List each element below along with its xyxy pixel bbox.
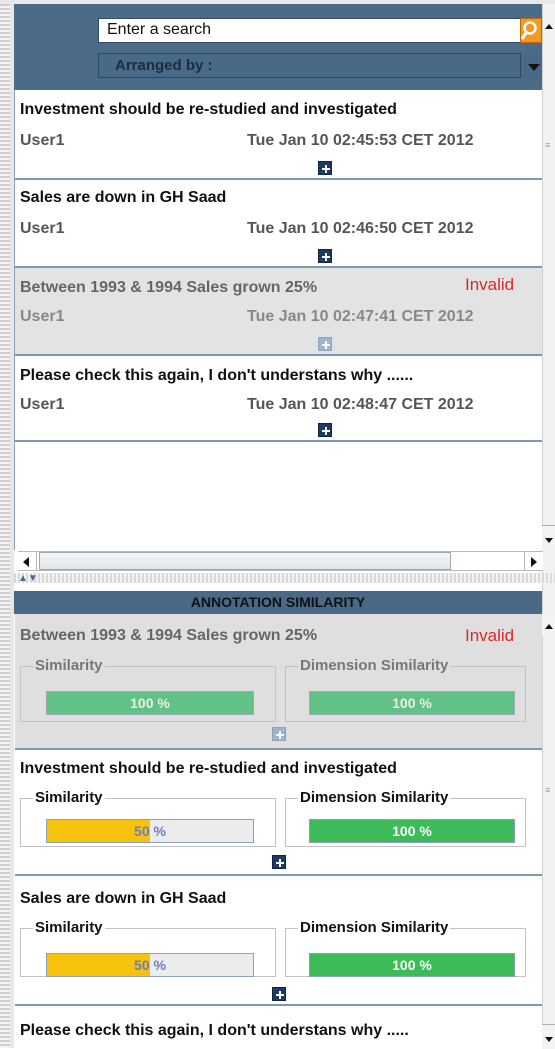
expand-icon[interactable] [272, 855, 286, 869]
dimension-similarity-progress: 100 % [309, 691, 515, 715]
dimension-similarity-value: 100 % [392, 695, 432, 711]
arrow-down-icon [545, 538, 553, 543]
expand-icon[interactable] [318, 161, 332, 175]
expand-icon[interactable] [272, 727, 286, 741]
annotation-title: Sales are down in GH Saad [20, 189, 227, 206]
invalid-status: Invalid [465, 626, 515, 645]
expand-icon[interactable] [318, 249, 332, 263]
annotation-user: User1 [20, 396, 65, 413]
expand-icon[interactable] [318, 337, 332, 351]
similarity-group: Similarity 100 % [20, 657, 276, 722]
similarity-item-title: Between 1993 & 1994 Sales grown 25% [20, 627, 318, 644]
scrollbar-grip-icon: ≡ [545, 140, 551, 150]
annotation-user: User1 [20, 308, 65, 325]
dimension-similarity-progress: 100 % [309, 953, 515, 977]
similarity-progress: 50 % [46, 819, 254, 843]
horizontal-scroll-thumb[interactable] [39, 552, 451, 570]
arrow-up-icon [545, 624, 553, 629]
annotation-item[interactable]: Please check this again, I don't underst… [15, 356, 542, 442]
left-border [0, 4, 10, 1048]
arrow-left-icon [23, 557, 29, 567]
dimension-similarity-progress: 100 % [309, 819, 515, 843]
similarity-item-title: Investment should be re-studied and inve… [20, 760, 397, 777]
dimension-similarity-value: 100 % [392, 823, 432, 839]
similarity-value: 100 % [130, 695, 170, 711]
similarity-group: Similarity 50 % [20, 919, 276, 977]
arranged-by-label: Arranged by : [115, 57, 213, 74]
similarity-item-invalid[interactable]: Between 1993 & 1994 Sales grown 25% Inva… [15, 614, 542, 750]
annotation-item-invalid[interactable]: Between 1993 & 1994 Sales grown 25% Inva… [15, 268, 542, 356]
similarity-item-title: Please check this again, I don't underst… [20, 1022, 409, 1039]
invalid-status: Invalid [465, 275, 515, 294]
similarity-label: Similarity [33, 657, 105, 674]
scrollbar-grip-icon: ≡ [545, 785, 551, 795]
similarity-panel-title: ANNOTATION SIMILARITY [190, 594, 366, 610]
similarity-progress: 100 % [46, 691, 254, 715]
annotation-user: User1 [20, 220, 65, 237]
annotation-title: Between 1993 & 1994 Sales grown 25% [20, 279, 318, 296]
dimension-similarity-group: Dimension Similarity 100 % [285, 789, 526, 847]
dimension-similarity-label: Dimension Similarity [298, 789, 451, 806]
annotation-user: User1 [20, 132, 65, 149]
search-placeholder: Enter a search [107, 21, 212, 38]
similarity-value: 50 % [134, 823, 166, 839]
dimension-similarity-group: Dimension Similarity 100 % [285, 657, 526, 722]
annotation-date: Tue Jan 10 02:48:47 CET 2012 [247, 396, 474, 413]
chevron-down-icon [528, 64, 540, 71]
dimension-similarity-value: 100 % [392, 957, 432, 973]
annotation-date: Tue Jan 10 02:47:41 CET 2012 [247, 308, 474, 325]
annotation-date: Tue Jan 10 02:45:53 CET 2012 [247, 132, 474, 149]
dimension-similarity-label: Dimension Similarity [298, 657, 451, 674]
annotation-item[interactable]: Sales are down in GH Saad User1 Tue Jan … [15, 180, 542, 268]
splitter-arrows-icon[interactable]: ▲▼ [18, 573, 38, 584]
similarity-item[interactable]: Please check this again, I don't underst… [15, 1006, 542, 1048]
similarity-group: Similarity 50 % [20, 789, 276, 847]
similarity-label: Similarity [33, 789, 105, 806]
arrow-right-icon [531, 557, 537, 567]
expand-icon[interactable] [272, 987, 286, 1001]
dimension-similarity-label: Dimension Similarity [298, 919, 451, 936]
dimension-similarity-group: Dimension Similarity 100 % [285, 919, 526, 977]
similarity-item-title: Sales are down in GH Saad [20, 890, 227, 907]
similarity-item[interactable]: Sales are down in GH Saad Similarity 50 … [15, 876, 542, 1006]
expand-icon[interactable] [318, 423, 332, 437]
splitter-handle[interactable] [14, 573, 555, 583]
search-icon[interactable] [520, 18, 542, 43]
annotation-date: Tue Jan 10 02:46:50 CET 2012 [247, 220, 474, 237]
arrow-down-icon [545, 1037, 553, 1042]
similarity-item[interactable]: Investment should be re-studied and inve… [15, 750, 542, 876]
similarity-label: Similarity [33, 919, 105, 936]
arrow-up-icon [545, 24, 553, 29]
annotation-title: Investment should be re-studied and inve… [20, 101, 397, 118]
similarity-progress: 50 % [46, 953, 254, 977]
annotation-title: Please check this again, I don't underst… [20, 367, 414, 384]
annotation-item[interactable]: Investment should be re-studied and inve… [15, 92, 542, 180]
similarity-value: 50 % [134, 957, 166, 973]
